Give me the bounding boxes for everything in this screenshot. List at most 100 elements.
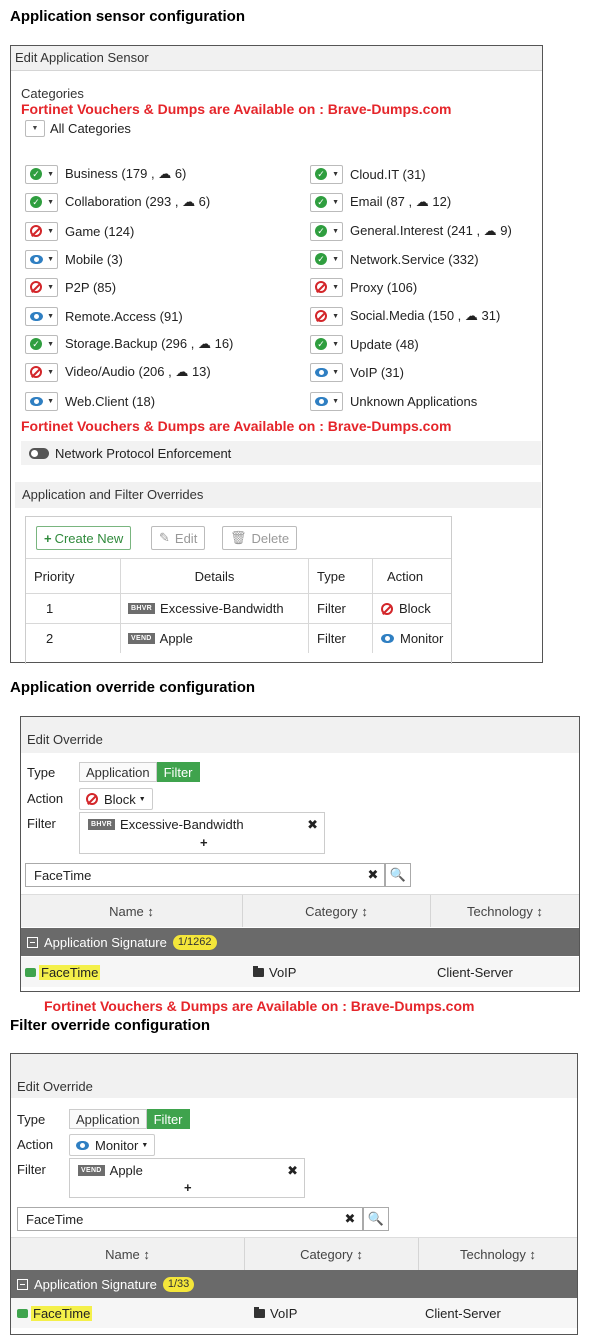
- action-dropdown[interactable]: Block ▼: [79, 788, 153, 810]
- category-p2p[interactable]: ▼ P2P (85): [25, 277, 116, 297]
- col-category[interactable]: Category ↕: [245, 1238, 419, 1270]
- chevron-down-icon: ▼: [332, 255, 339, 263]
- category-label: Unknown Applications: [350, 393, 478, 409]
- col-category[interactable]: Category ↕: [243, 895, 431, 927]
- type-option-filter[interactable]: Filter: [146, 1109, 190, 1129]
- category-collaboration[interactable]: ✓ ▼ Collaboration (293 , ☁ 6): [25, 192, 210, 212]
- table-row[interactable]: FaceTime VoIP Client-Server: [11, 1298, 577, 1328]
- category-action-dropdown[interactable]: ▼: [25, 362, 58, 382]
- allow-icon: ✓: [315, 225, 327, 237]
- category-business[interactable]: ✓ ▼ Business (179 , ☁ 6): [25, 164, 186, 184]
- category-action-dropdown[interactable]: ✓ ▼: [310, 249, 343, 269]
- chevron-down-icon: ▼: [47, 198, 54, 206]
- result-technology: Client-Server: [437, 964, 513, 980]
- category-action-dropdown[interactable]: ▼: [25, 391, 58, 411]
- col-priority[interactable]: Priority: [26, 559, 121, 593]
- category-action-dropdown[interactable]: ✓ ▼: [310, 164, 343, 184]
- category-action-dropdown[interactable]: ▼: [25, 306, 58, 326]
- collapse-icon[interactable]: [27, 936, 38, 948]
- toggle-label: Network Protocol Enforcement: [55, 445, 232, 461]
- result-name-text: FaceTime: [31, 1305, 93, 1321]
- filter-label: Filter: [27, 816, 56, 831]
- category-general-interest[interactable]: ✓ ▼ General.Interest (241 , ☁ 9): [310, 221, 512, 241]
- category-action-dropdown[interactable]: ▼: [25, 221, 58, 241]
- category-remote-access[interactable]: ▼ Remote.Access (91): [25, 306, 183, 326]
- category-action-dropdown[interactable]: ▼: [25, 249, 58, 269]
- category-cloud-it[interactable]: ✓ ▼ Cloud.IT (31): [310, 164, 426, 184]
- col-name[interactable]: Name ↕: [21, 895, 243, 927]
- edit-button[interactable]: ✎ Edit: [151, 526, 206, 550]
- chevron-down-icon: ▼: [47, 283, 54, 291]
- row-action: Block: [373, 594, 451, 623]
- filter-box[interactable]: BHVR Excessive-Bandwidth ✖ +: [79, 812, 325, 854]
- category-action-dropdown[interactable]: ✓ ▼: [310, 192, 343, 212]
- category-web-client[interactable]: ▼ Web.Client (18): [25, 391, 155, 411]
- col-action[interactable]: Action: [373, 559, 451, 593]
- col-name[interactable]: Name ↕: [11, 1238, 245, 1270]
- category-action-dropdown[interactable]: ▼: [310, 362, 343, 382]
- add-icon[interactable]: +: [184, 1180, 192, 1195]
- category-action-dropdown[interactable]: ▼: [25, 277, 58, 297]
- category-voip[interactable]: ▼ VoIP (31): [310, 362, 404, 382]
- block-icon: [381, 602, 393, 615]
- category-action-dropdown[interactable]: ✓ ▼: [310, 334, 343, 354]
- category-update[interactable]: ✓ ▼ Update (48): [310, 334, 419, 354]
- chevron-down-icon: ▼: [332, 227, 339, 235]
- close-icon[interactable]: ✖: [287, 1163, 298, 1179]
- category-social-media[interactable]: ▼ Social.Media (150 , ☁ 31): [310, 306, 500, 326]
- category-action-dropdown[interactable]: ▼: [310, 277, 343, 297]
- table-header-row: Priority Details Type Action: [26, 558, 451, 593]
- chevron-down-icon: ▼: [47, 397, 54, 405]
- category-label: P2P (85): [65, 279, 117, 295]
- category-mobile[interactable]: ▼ Mobile (3): [25, 249, 123, 269]
- col-technology[interactable]: Technology ↕: [419, 1238, 577, 1270]
- search-icon[interactable]: 🔍: [363, 1207, 389, 1231]
- plus-icon: +: [44, 530, 52, 546]
- table-row[interactable]: 1 BHVR Excessive-Bandwidth Filter Block: [26, 593, 451, 623]
- block-icon: [86, 793, 98, 805]
- col-type[interactable]: Type: [309, 559, 373, 593]
- clear-icon[interactable]: ✖: [362, 864, 384, 886]
- chevron-down-icon[interactable]: ▼: [25, 120, 45, 137]
- collapse-icon[interactable]: [17, 1278, 28, 1290]
- category-action-dropdown[interactable]: ✓ ▼: [25, 164, 58, 184]
- application-signature-group[interactable]: Application Signature 1/1262: [21, 928, 579, 956]
- search-input[interactable]: FaceTime: [25, 863, 385, 887]
- category-network-service[interactable]: ✓ ▼ Network.Service (332): [310, 249, 479, 269]
- category-proxy[interactable]: ▼ Proxy (106): [310, 277, 417, 297]
- search-icon[interactable]: 🔍: [385, 863, 411, 887]
- category-action-dropdown[interactable]: ✓ ▼: [25, 192, 58, 212]
- type-toggle[interactable]: Application Filter: [69, 1109, 190, 1129]
- search-input[interactable]: FaceTime: [17, 1207, 363, 1231]
- network-protocol-enforcement[interactable]: Network Protocol Enforcement: [21, 441, 541, 465]
- application-signature-group[interactable]: Application Signature 1/33: [11, 1270, 577, 1298]
- col-technology[interactable]: Technology ↕: [431, 895, 579, 927]
- type-toggle[interactable]: Application Filter: [79, 762, 200, 782]
- delete-button[interactable]: 🗑 Delete: [222, 526, 298, 550]
- table-row[interactable]: 2 VEND Apple Filter Monitor: [26, 623, 451, 653]
- all-categories-selector[interactable]: ▼ All Categories: [25, 120, 131, 137]
- chevron-down-icon: ▼: [332, 312, 339, 320]
- add-icon[interactable]: +: [200, 835, 208, 850]
- close-icon[interactable]: ✖: [307, 817, 318, 833]
- action-dropdown[interactable]: Monitor ▼: [69, 1134, 156, 1156]
- type-option-filter[interactable]: Filter: [156, 762, 200, 782]
- category-action-dropdown[interactable]: ✓ ▼: [310, 221, 343, 241]
- filter-box[interactable]: VEND Apple ✖ +: [69, 1158, 305, 1198]
- category-action-dropdown[interactable]: ▼: [310, 306, 343, 326]
- category-action-dropdown[interactable]: ▼: [310, 391, 343, 411]
- type-option-application[interactable]: Application: [79, 762, 157, 782]
- table-row[interactable]: FaceTime VoIP Client-Server: [21, 957, 579, 987]
- type-option-application[interactable]: Application: [69, 1109, 147, 1129]
- category-storage-backup[interactable]: ✓ ▼ Storage.Backup (296 , ☁ 16): [25, 334, 233, 354]
- toggle-switch[interactable]: [29, 447, 49, 459]
- category-unknown-applications[interactable]: ▼ Unknown Applications: [310, 391, 477, 411]
- category-label: Update (48): [350, 336, 419, 352]
- col-details[interactable]: Details: [121, 559, 309, 593]
- category-action-dropdown[interactable]: ✓ ▼: [25, 334, 58, 354]
- create-new-button[interactable]: + Create New: [36, 526, 132, 550]
- category-email[interactable]: ✓ ▼ Email (87 , ☁ 12): [310, 192, 451, 212]
- clear-icon[interactable]: ✖: [339, 1208, 361, 1230]
- category-video-audio[interactable]: ▼ Video/Audio (206 , ☁ 13): [25, 362, 211, 382]
- category-game[interactable]: ▼ Game (124): [25, 221, 134, 241]
